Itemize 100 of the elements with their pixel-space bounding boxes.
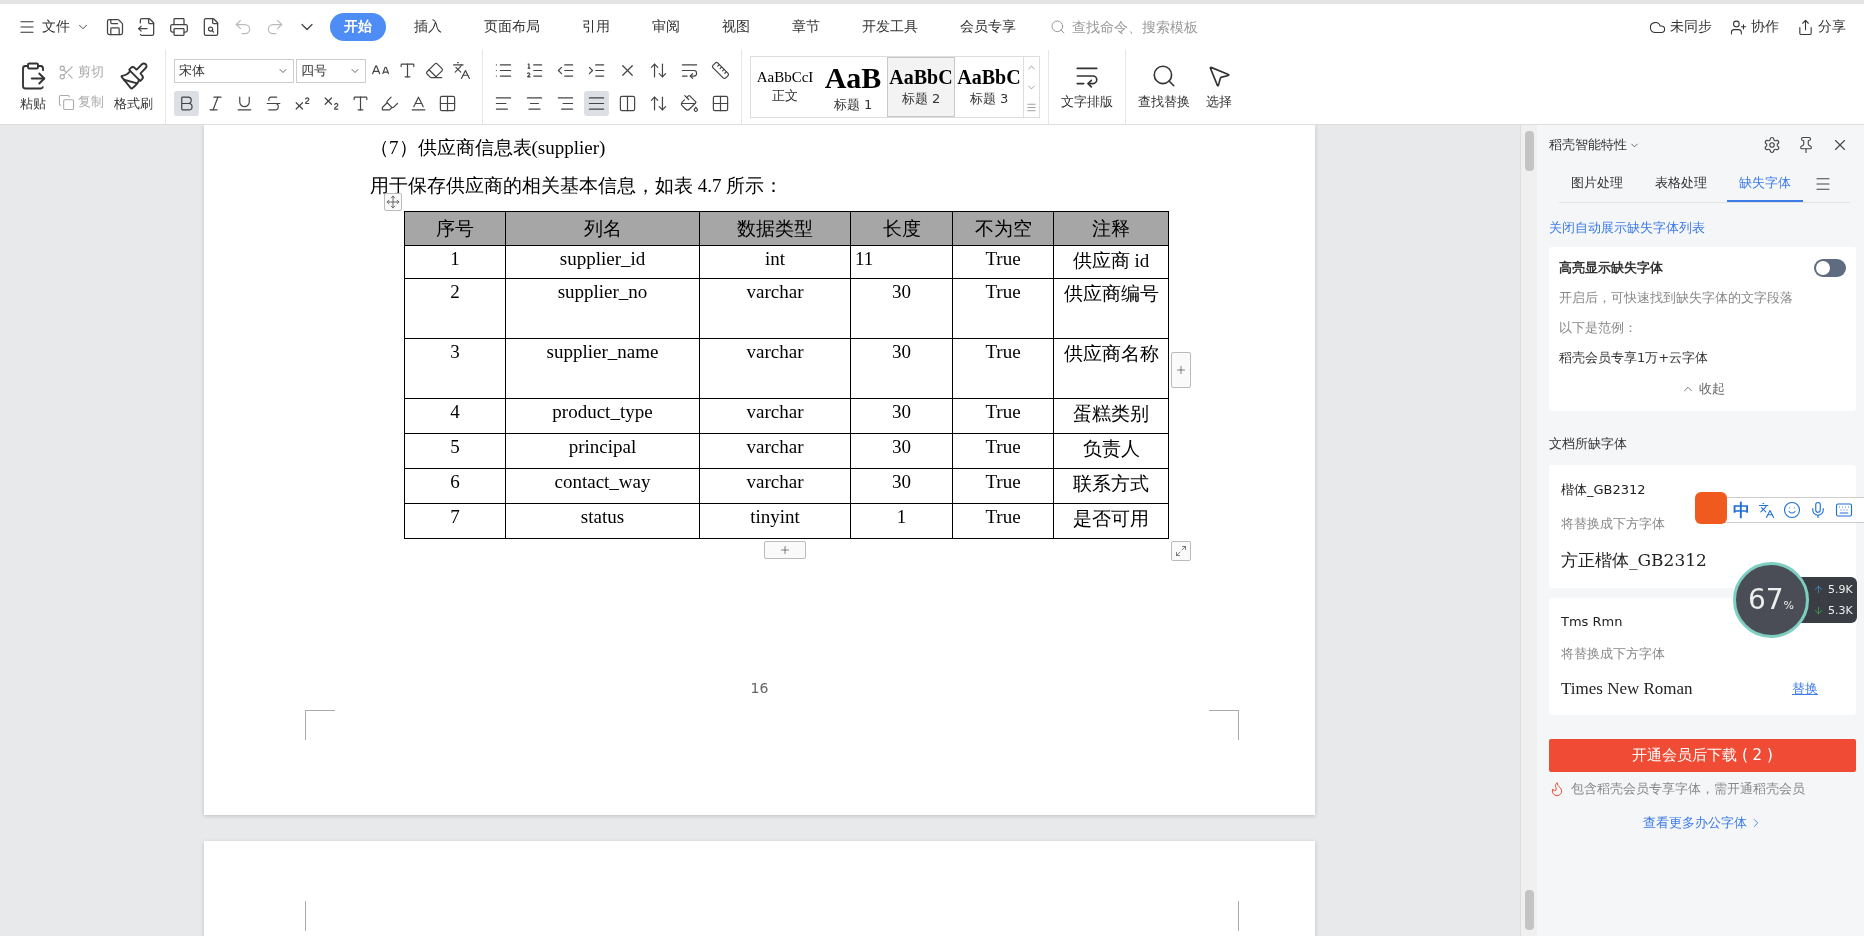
section-heading: （7）供应商信息表(supplier) <box>370 136 607 160</box>
page-number: 16 <box>749 680 770 696</box>
ribbon-tab[interactable]: 会员专享 <box>946 13 1030 41</box>
ruler-icon <box>711 61 730 80</box>
table-cell: varchar <box>699 433 851 469</box>
indent-icon <box>587 61 606 80</box>
resize-icon <box>1175 545 1187 557</box>
ribbon-tab[interactable]: 引用 <box>568 13 624 41</box>
eraser-icon <box>425 61 444 80</box>
table-cell: 5 <box>404 433 506 469</box>
plus-icon <box>1175 364 1187 376</box>
strikethrough-icon <box>264 94 283 113</box>
bullet-list-icon <box>494 61 513 80</box>
highlight-toggle[interactable] <box>1814 259 1846 277</box>
align-justify-button[interactable] <box>584 91 609 116</box>
table-cell: 供应商编号 <box>1053 278 1169 339</box>
panel-tab[interactable]: 缺失字体 <box>1727 165 1803 202</box>
paintbrush-icon <box>118 61 149 91</box>
text-layout-button[interactable]: 文字排版 <box>1057 61 1117 113</box>
table-cell: contact_way <box>505 468 700 504</box>
table-cell: 1 <box>404 245 506 279</box>
replace-link[interactable]: 替换 <box>1792 680 1818 698</box>
ribbon-tab[interactable]: 插入 <box>400 13 456 41</box>
section-title: 文档所缺字体 <box>1549 435 1628 453</box>
close-auto-show-link[interactable]: 关闭自动展示缺失字体列表 <box>1549 220 1705 235</box>
line-spacing-icon <box>649 94 668 113</box>
missing-font-name: Tms Rmn <box>1561 614 1624 629</box>
table-cell: varchar <box>699 468 851 504</box>
numbered-list-icon <box>525 61 544 80</box>
ime-logo <box>1695 492 1727 524</box>
example-label: 以下是范例： <box>1559 319 1638 337</box>
bold-button[interactable] <box>174 91 199 116</box>
ribbon-tab[interactable]: 章节 <box>778 13 834 41</box>
settings-icon <box>1763 136 1781 154</box>
share-icon <box>1797 18 1814 36</box>
command-search-field[interactable]: 查找命令、搜索模板 <box>1050 18 1240 36</box>
keyboard-icon <box>1835 501 1853 519</box>
smile-icon <box>1783 501 1801 519</box>
upload-speed: 5.9K <box>1828 583 1853 596</box>
font-size-select[interactable]: 四号 <box>296 58 366 83</box>
column-header: 序号 <box>404 211 506 246</box>
collapse-button[interactable]: 收起 <box>1674 379 1731 399</box>
column-header: 列名 <box>505 211 700 246</box>
table-cell: 是否可用 <box>1053 503 1169 539</box>
save-icon <box>105 17 125 37</box>
panel-title-dropdown[interactable]: 稻壳智能特性 <box>1549 136 1640 154</box>
download-button[interactable]: 开通会员后下载 ( 2 ) <box>1549 739 1856 772</box>
copy-icon <box>58 93 75 111</box>
table-cell: 30 <box>850 433 953 469</box>
table-cell: True <box>952 398 1054 434</box>
ime-mode[interactable]: 中 <box>1733 498 1750 522</box>
table-cell: True <box>952 503 1054 539</box>
expand-gallery-icon <box>1026 101 1037 113</box>
table-move-handle[interactable] <box>384 193 402 211</box>
superscript-icon <box>293 94 312 113</box>
table-cell: 供应商 id <box>1053 245 1169 279</box>
collab-button[interactable]: 协作 <box>1724 16 1785 38</box>
share-button[interactable]: 分享 <box>1791 16 1852 38</box>
ribbon-tab[interactable]: 页面布局 <box>470 13 554 41</box>
column-header: 不为空 <box>952 211 1054 246</box>
sync-button[interactable]: 未同步 <box>1643 16 1718 38</box>
table-cell: True <box>952 433 1054 469</box>
ribbon-tab[interactable]: 审阅 <box>638 13 694 41</box>
usage-percent: 67 <box>1747 583 1784 616</box>
table-cell: 3 <box>404 338 506 399</box>
ribbon-tab[interactable]: 视图 <box>708 13 764 41</box>
table-resize-handle[interactable] <box>1171 541 1191 561</box>
search-icon <box>1151 63 1177 89</box>
format-painter-button[interactable]: 格式刷 <box>110 59 157 115</box>
more-fonts-link[interactable]: 查看更多办公字体 <box>1642 814 1763 832</box>
export-icon <box>137 17 157 37</box>
search-icon <box>1050 19 1066 35</box>
select-button[interactable]: 选择 <box>1202 61 1236 113</box>
panel-tab[interactable]: 图片处理 <box>1559 165 1635 202</box>
replace-hint: 将替换成下方字体 <box>1561 645 1666 663</box>
subscript-icon <box>322 94 341 113</box>
select-label: 选择 <box>1206 93 1232 111</box>
redo-icon <box>265 17 285 37</box>
ribbon-tab[interactable]: 开发工具 <box>848 13 932 41</box>
find-replace-button[interactable]: 查找替换 <box>1134 61 1194 113</box>
replacement-font-name: 方正楷体_GB2312 <box>1561 549 1707 572</box>
style-preset[interactable]: AaBbC 标题 2 <box>887 57 955 117</box>
table-cell: int <box>699 245 851 279</box>
sort-icon <box>649 61 668 80</box>
font-color-icon <box>409 94 428 113</box>
menu-icon <box>18 18 36 36</box>
table-cell: 30 <box>850 338 953 399</box>
panel-tab[interactable]: 表格处理 <box>1643 165 1719 202</box>
paste-button[interactable]: 粘贴 <box>14 59 52 115</box>
font-name-select[interactable]: 宋体 <box>174 58 294 83</box>
table-cell: 30 <box>850 468 953 504</box>
find-replace-label: 查找替换 <box>1138 93 1190 111</box>
highlighter-icon <box>380 94 399 113</box>
print-preview-icon <box>201 17 221 37</box>
table-cell: 负责人 <box>1053 433 1169 469</box>
example-text: 稻壳会员专享1万+云字体 <box>1559 349 1710 367</box>
vertical-scrollbar[interactable] <box>1520 125 1537 936</box>
upload-arrow-icon <box>1813 584 1824 595</box>
microphone-icon <box>1809 501 1827 519</box>
file-menu-button[interactable]: 文件 <box>12 14 96 40</box>
